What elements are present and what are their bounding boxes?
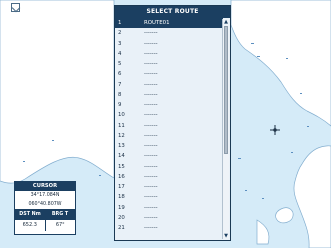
route-row-9[interactable]: 9 ------- [115,100,223,110]
route-name: ------- [144,143,158,149]
cursor-longitude: 060°40.807W [28,202,62,207]
route-name: ------- [144,163,158,170]
route-name: ------- [144,173,158,180]
route-number: 18 [118,194,125,201]
route-row-5[interactable]: 5 ------- [115,59,223,69]
route-name: ------- [144,112,158,119]
route-name: ------- [144,122,158,129]
scroll-thumb[interactable] [224,26,228,154]
route-name: ------- [144,204,158,211]
route-row-4[interactable]: 4 ------- [115,49,223,59]
route-number: 2 [118,30,122,37]
route-number: 12 [118,132,125,139]
route-number: 9 [118,102,122,108]
route-row-7[interactable]: 7 ------- [115,80,223,90]
route-row-3[interactable]: 3 ------- [115,39,223,49]
route-name: ------- [144,153,158,160]
route-number: 21 [118,225,125,231]
route-row-15[interactable]: 15 ------- [115,162,223,172]
cursor-latitude: 34°17.084N [30,193,60,198]
route-name: ROUTE01 [144,20,170,26]
route-number: 19 [118,204,125,211]
route-name: ------- [144,91,158,98]
route-row-10[interactable]: 10 ------- [115,110,223,120]
route-name: ------- [144,102,158,108]
route-number: 3 [118,40,122,47]
route-name: ------- [144,40,158,47]
route-name: ------- [144,214,158,221]
route-number: 4 [118,50,122,57]
route-number: 17 [118,184,125,190]
route-name: ------- [144,194,158,201]
route-row-1[interactable]: 1 ROUTE01 [115,18,223,29]
north-up-icon[interactable] [11,3,20,12]
route-row-18[interactable]: 18 ------- [115,192,223,202]
route-name: ------- [144,184,158,190]
route-row-16[interactable]: 16 ------- [115,172,223,182]
route-list[interactable]: 1 ROUTE01 2 ------- 3 ------- 4 ------- … [115,18,223,240]
scroll-up-icon[interactable]: ▲ [223,19,229,25]
cursor-crosshair-icon[interactable] [270,125,280,135]
route-name: ------- [144,71,158,78]
route-number: 14 [118,153,125,160]
route-name: ------- [144,225,158,231]
route-row-2[interactable]: 2 ------- [115,28,223,38]
route-number: 20 [118,214,125,221]
route-number: 1 [118,20,122,26]
route-row-6[interactable]: 6 ------- [115,69,223,79]
cursor-info-panel: CURSOR 34°17.084N 060°40.807W DST Nm BRG… [14,181,76,235]
distance-value: 652.3 [15,220,46,231]
route-number: 10 [118,112,125,119]
route-number: 8 [118,91,122,98]
route-number: 13 [118,143,125,149]
route-row-11[interactable]: 11 ------- [115,121,223,131]
route-number: 6 [118,71,122,78]
route-name: ------- [144,132,158,139]
route-name: ------- [144,81,158,88]
route-row-13[interactable]: 13 ------- [115,141,223,151]
distance-bearing-values: 652.3 67° [15,219,75,231]
route-number: 5 [118,61,122,67]
route-name: ------- [144,50,158,57]
route-row-17[interactable]: 17 ------- [115,182,223,192]
route-name: ------- [144,30,158,37]
route-number: 11 [118,122,125,129]
route-name: ------- [144,61,158,67]
distance-bearing-labels: DST Nm BRG T [15,209,75,219]
route-row-8[interactable]: 8 ------- [115,90,223,100]
select-route-title: SELECT ROUTE [115,6,230,18]
scroll-down-icon[interactable]: ▼ [223,233,229,239]
route-number: 7 [118,81,122,88]
route-number: 15 [118,163,125,170]
land-mass-left [0,0,115,184]
route-row-20[interactable]: 20 ------- [115,213,223,223]
route-row-21[interactable]: 21 ------- [115,223,223,233]
route-row-12[interactable]: 12 ------- [115,131,223,141]
route-row-19[interactable]: 19 ------- [115,203,223,213]
cursor-title: CURSOR [15,182,75,191]
route-number: 16 [118,173,125,180]
route-row-14[interactable]: 14 ------- [115,151,223,161]
route-list-scrollbar[interactable]: ▲ ▼ [222,19,229,239]
chart-plotter-screen: SELECT ROUTE 1 ROUTE01 2 ------- 3 -----… [0,0,331,248]
select-route-dialog: SELECT ROUTE 1 ROUTE01 2 ------- 3 -----… [114,5,231,241]
bearing-label: BRG T [51,212,69,217]
bearing-value: 67° [55,222,65,228]
distance-label: DST Nm [19,212,41,217]
